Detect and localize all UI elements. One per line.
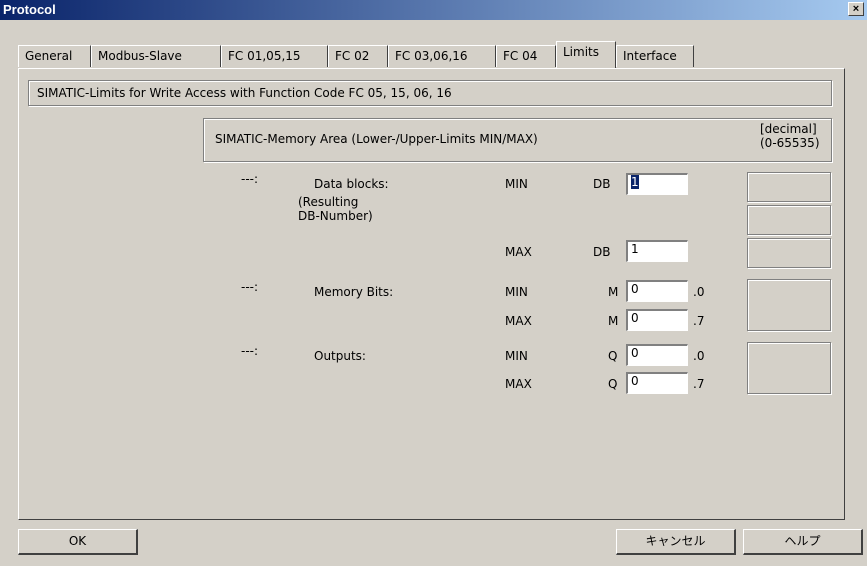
db-min-label: MIN: [505, 177, 528, 191]
memory-area-title: SIMATIC-Memory Area (Lower-/Upper-Limits…: [215, 132, 538, 146]
outputs-arrow: ---:: [241, 344, 259, 358]
m-min-prefix: M: [608, 285, 619, 299]
db-min-prefix: DB: [593, 177, 611, 191]
memory-bits-info-box: [747, 279, 831, 331]
tab-limits[interactable]: Limits: [556, 41, 616, 68]
q-min-prefix: Q: [608, 349, 618, 363]
tab-fc-04[interactable]: FC 04: [496, 45, 556, 67]
limits-header-box: SIMATIC-Limits for Write Access with Fun…: [28, 80, 832, 106]
title-bar: Protocol ×: [0, 0, 867, 20]
data-blocks-label: Data blocks:: [314, 177, 389, 191]
tab-interface[interactable]: Interface: [616, 45, 694, 67]
db-max-info-box: [747, 238, 831, 268]
q-max-label: MAX: [505, 377, 532, 391]
outputs-label: Outputs:: [314, 349, 366, 363]
tab-fc-01-05-15[interactable]: FC 01,05,15: [221, 45, 328, 67]
q-min-label: MIN: [505, 349, 528, 363]
db-max-field[interactable]: 1: [626, 240, 688, 262]
decimal-range: (0-65535): [760, 136, 820, 150]
outputs-info-box: [747, 342, 831, 394]
memory-bits-label: Memory Bits:: [314, 285, 394, 299]
cancel-button[interactable]: キャンセル: [616, 529, 736, 555]
tab-modbus-slave[interactable]: Modbus-Slave: [91, 45, 221, 67]
db-info-box: [747, 205, 831, 235]
decimal-label: [decimal]: [760, 122, 817, 136]
tab-fc-02[interactable]: FC 02: [328, 45, 388, 67]
limits-header-text: SIMATIC-Limits for Write Access with Fun…: [37, 86, 452, 100]
memory-area-box: SIMATIC-Memory Area (Lower-/Upper-Limits…: [203, 118, 832, 162]
q-max-prefix: Q: [608, 377, 618, 391]
q-min-suffix: .0: [693, 349, 705, 363]
db-max-prefix: DB: [593, 245, 611, 259]
tab-general[interactable]: General: [18, 45, 91, 67]
q-max-suffix: .7: [693, 377, 705, 391]
m-max-field[interactable]: 0: [626, 309, 688, 331]
tab-fc-03-06-16[interactable]: FC 03,06,16: [388, 45, 496, 67]
m-max-suffix: .7: [693, 314, 705, 328]
data-blocks-label-3: DB-Number): [298, 209, 373, 223]
m-min-suffix: .0: [693, 285, 705, 299]
close-icon: ×: [852, 3, 860, 15]
data-blocks-arrow: ---:: [241, 172, 259, 186]
memory-bits-arrow: ---:: [241, 280, 259, 294]
m-min-label: MIN: [505, 285, 528, 299]
q-max-field[interactable]: 0: [626, 372, 688, 394]
m-max-label: MAX: [505, 314, 532, 328]
window-title: Protocol: [3, 2, 56, 17]
close-button[interactable]: ×: [848, 2, 864, 16]
m-max-prefix: M: [608, 314, 619, 328]
db-min-field[interactable]: 1: [626, 173, 688, 195]
data-blocks-label-2: (Resulting: [298, 195, 359, 209]
ok-button[interactable]: OK: [18, 529, 138, 555]
q-min-field[interactable]: 0: [626, 344, 688, 366]
help-button[interactable]: ヘルプ: [743, 529, 863, 555]
db-max-label: MAX: [505, 245, 532, 259]
m-min-field[interactable]: 0: [626, 280, 688, 302]
db-min-info-box: [747, 172, 831, 202]
